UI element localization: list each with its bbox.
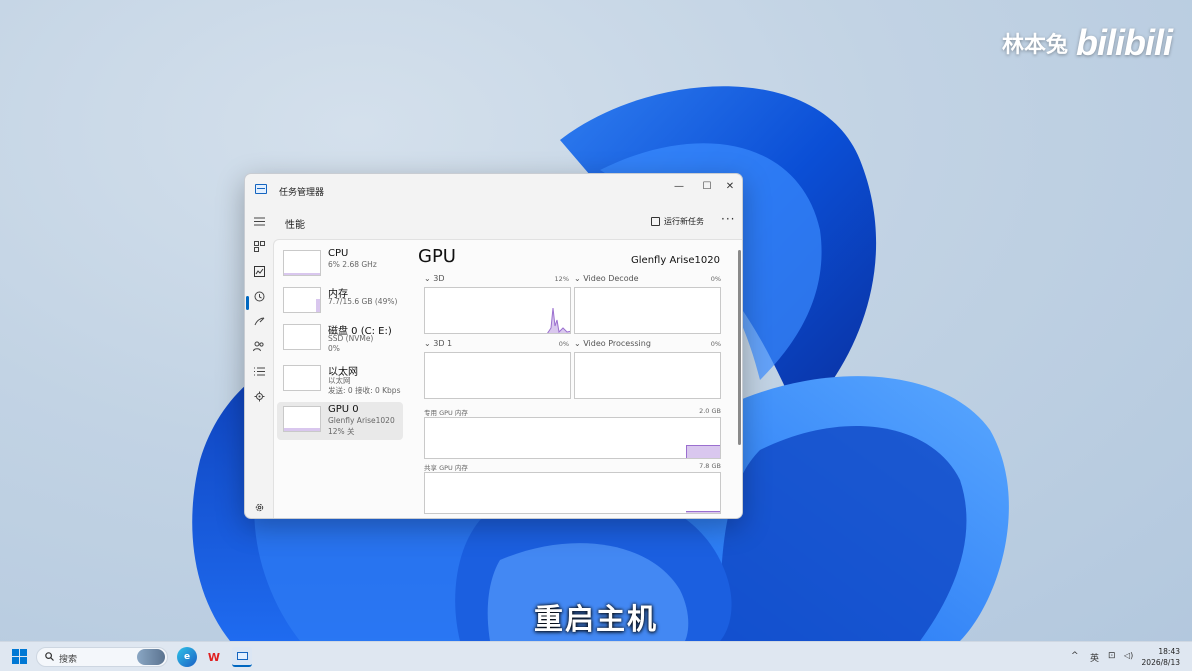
graph-3d-line <box>547 307 570 333</box>
device-usage-fill <box>284 428 320 431</box>
device-thumbnail <box>283 250 321 276</box>
run-task-icon <box>651 217 660 226</box>
details-icon[interactable] <box>252 364 266 378</box>
engine-label-video-decode[interactable]: ⌄ Video Decode <box>574 274 639 283</box>
close-button[interactable]: ✕ <box>716 176 742 196</box>
device-usage-fill <box>284 273 320 275</box>
network-icon[interactable]: ⊡ <box>1108 651 1116 661</box>
device-usage-fill <box>316 299 320 312</box>
performance-panel: CPU 6% 2.68 GHz 内存 7.7/15.6 GB (49%) 磁盘 0 (C… <box>273 239 742 518</box>
scrollbar[interactable] <box>738 250 741 445</box>
engine-label-3d-1[interactable]: ⌄ 3D 1 <box>424 339 452 348</box>
page-title: 性能 <box>285 220 305 231</box>
performance-icon[interactable] <box>252 264 266 278</box>
window-title: 任务管理器 <box>279 188 325 198</box>
video-subtitle: 重启主机 <box>533 602 658 636</box>
tray-overflow-chevron[interactable]: ^ <box>1071 651 1079 661</box>
volume-icon[interactable]: ◁) <box>1124 651 1133 660</box>
run-new-task-label: 运行新任务 <box>664 217 704 226</box>
settings-icon[interactable] <box>252 500 266 514</box>
device-item[interactable]: 内存 7.7/15.6 GB (49%) <box>277 283 403 321</box>
graph-shared-memory <box>424 472 721 514</box>
graph-3d-1 <box>424 352 571 399</box>
desktop: 林本兔 bilibili 任务管理器 — ☐ ✕ 性能 运行新任务 ··· CP… <box>0 0 1192 641</box>
graph-video-processing <box>574 352 721 399</box>
clock-time: 18:43 <box>1158 647 1180 656</box>
wps-icon[interactable]: W <box>204 647 224 667</box>
shared-memory-label: 共享 GPU 内存 <box>424 464 468 472</box>
device-item[interactable]: GPU 0 Glenfly Arise1020 12% 关 <box>277 402 403 440</box>
device-thumbnail <box>283 406 321 432</box>
device-detail: 7.7/15.6 GB (49%) <box>328 297 398 306</box>
device-detail: Glenfly Arise1020 <box>328 416 395 425</box>
engine-value-video-decode: 0% <box>710 275 721 283</box>
task-manager-icon <box>255 184 267 194</box>
shared-memory-fill <box>686 511 720 513</box>
gpu-model-name: Glenfly Arise1020 <box>631 255 720 266</box>
task-manager-window: 任务管理器 — ☐ ✕ 性能 运行新任务 ··· CPU 6% 2.68 GHz… <box>244 173 743 519</box>
device-name: CPU <box>328 248 349 259</box>
engine-value-3d: 12% <box>554 275 569 283</box>
device-detail-secondary: 0% <box>328 344 340 353</box>
graph-video-decode <box>574 287 721 334</box>
engine-label-video-processing[interactable]: ⌄ Video Processing <box>574 339 651 348</box>
device-name: GPU 0 <box>328 404 359 415</box>
task-manager-taskbar-icon[interactable] <box>232 647 252 667</box>
watermark-author: 林本兔 <box>1001 33 1068 58</box>
device-detail: SSD (NVMe) <box>328 334 374 343</box>
dedicated-memory-label: 专用 GPU 内存 <box>424 409 468 417</box>
device-thumbnail <box>283 365 321 391</box>
hamburger-icon[interactable] <box>252 214 266 228</box>
device-detail: 6% 2.68 GHz <box>328 260 377 269</box>
device-detail-secondary: 发送: 0 接收: 0 Kbps <box>328 386 401 395</box>
more-options-button[interactable]: ··· <box>721 212 735 226</box>
engine-value-3d-1: 0% <box>558 340 569 348</box>
title-bar[interactable]: 任务管理器 — ☐ ✕ <box>245 174 742 206</box>
minimize-button[interactable]: — <box>665 176 693 196</box>
app-history-icon[interactable] <box>252 289 266 303</box>
users-icon[interactable] <box>252 339 266 353</box>
engine-value-video-processing: 0% <box>710 340 721 348</box>
device-thumbnail <box>283 324 321 350</box>
left-navigation <box>245 206 273 518</box>
search-placeholder: 搜索 <box>59 655 78 665</box>
device-item[interactable]: 磁盘 0 (C: E:) SSD (NVMe) 0% <box>277 320 403 358</box>
search-icon <box>45 652 54 664</box>
nav-selection-indicator <box>246 296 249 310</box>
page-header: 性能 运行新任务 ··· <box>273 206 742 239</box>
device-item[interactable]: CPU 6% 2.68 GHz <box>277 246 403 284</box>
clock-date: 2026/8/13 <box>1141 658 1180 667</box>
device-thumbnail <box>283 287 321 313</box>
dedicated-memory-fill <box>686 445 720 458</box>
taskbar: 搜索 e W ^ 英 ⊡ ◁) 18:43 2026/8/13 <box>0 641 1192 671</box>
shared-memory-max: 7.8 GB <box>699 462 721 470</box>
startup-apps-icon[interactable] <box>252 314 266 328</box>
ime-indicator[interactable]: 英 <box>1090 651 1099 664</box>
device-detail-secondary: 12% 关 <box>328 427 355 436</box>
start-button[interactable] <box>12 649 27 664</box>
processes-icon[interactable] <box>252 239 266 253</box>
engine-label-3d[interactable]: ⌄ 3D <box>424 274 445 283</box>
taskbar-search[interactable]: 搜索 <box>36 647 168 667</box>
search-highlight-image <box>137 649 165 665</box>
edge-icon[interactable]: e <box>177 647 197 667</box>
device-item[interactable]: 以太网 以太网 发送: 0 接收: 0 Kbps <box>277 361 403 399</box>
run-new-task-button[interactable]: 运行新任务 <box>651 216 704 227</box>
watermark-brand: bilibili <box>1076 22 1173 63</box>
graph-dedicated-memory <box>424 417 721 459</box>
taskbar-clock[interactable]: 18:43 2026/8/13 <box>1142 646 1180 668</box>
services-icon[interactable] <box>252 389 266 403</box>
graph-3d <box>424 287 571 334</box>
video-watermark: 林本兔 bilibili <box>1001 22 1173 64</box>
gpu-heading: GPU <box>418 246 456 267</box>
dedicated-memory-max: 2.0 GB <box>699 407 721 415</box>
